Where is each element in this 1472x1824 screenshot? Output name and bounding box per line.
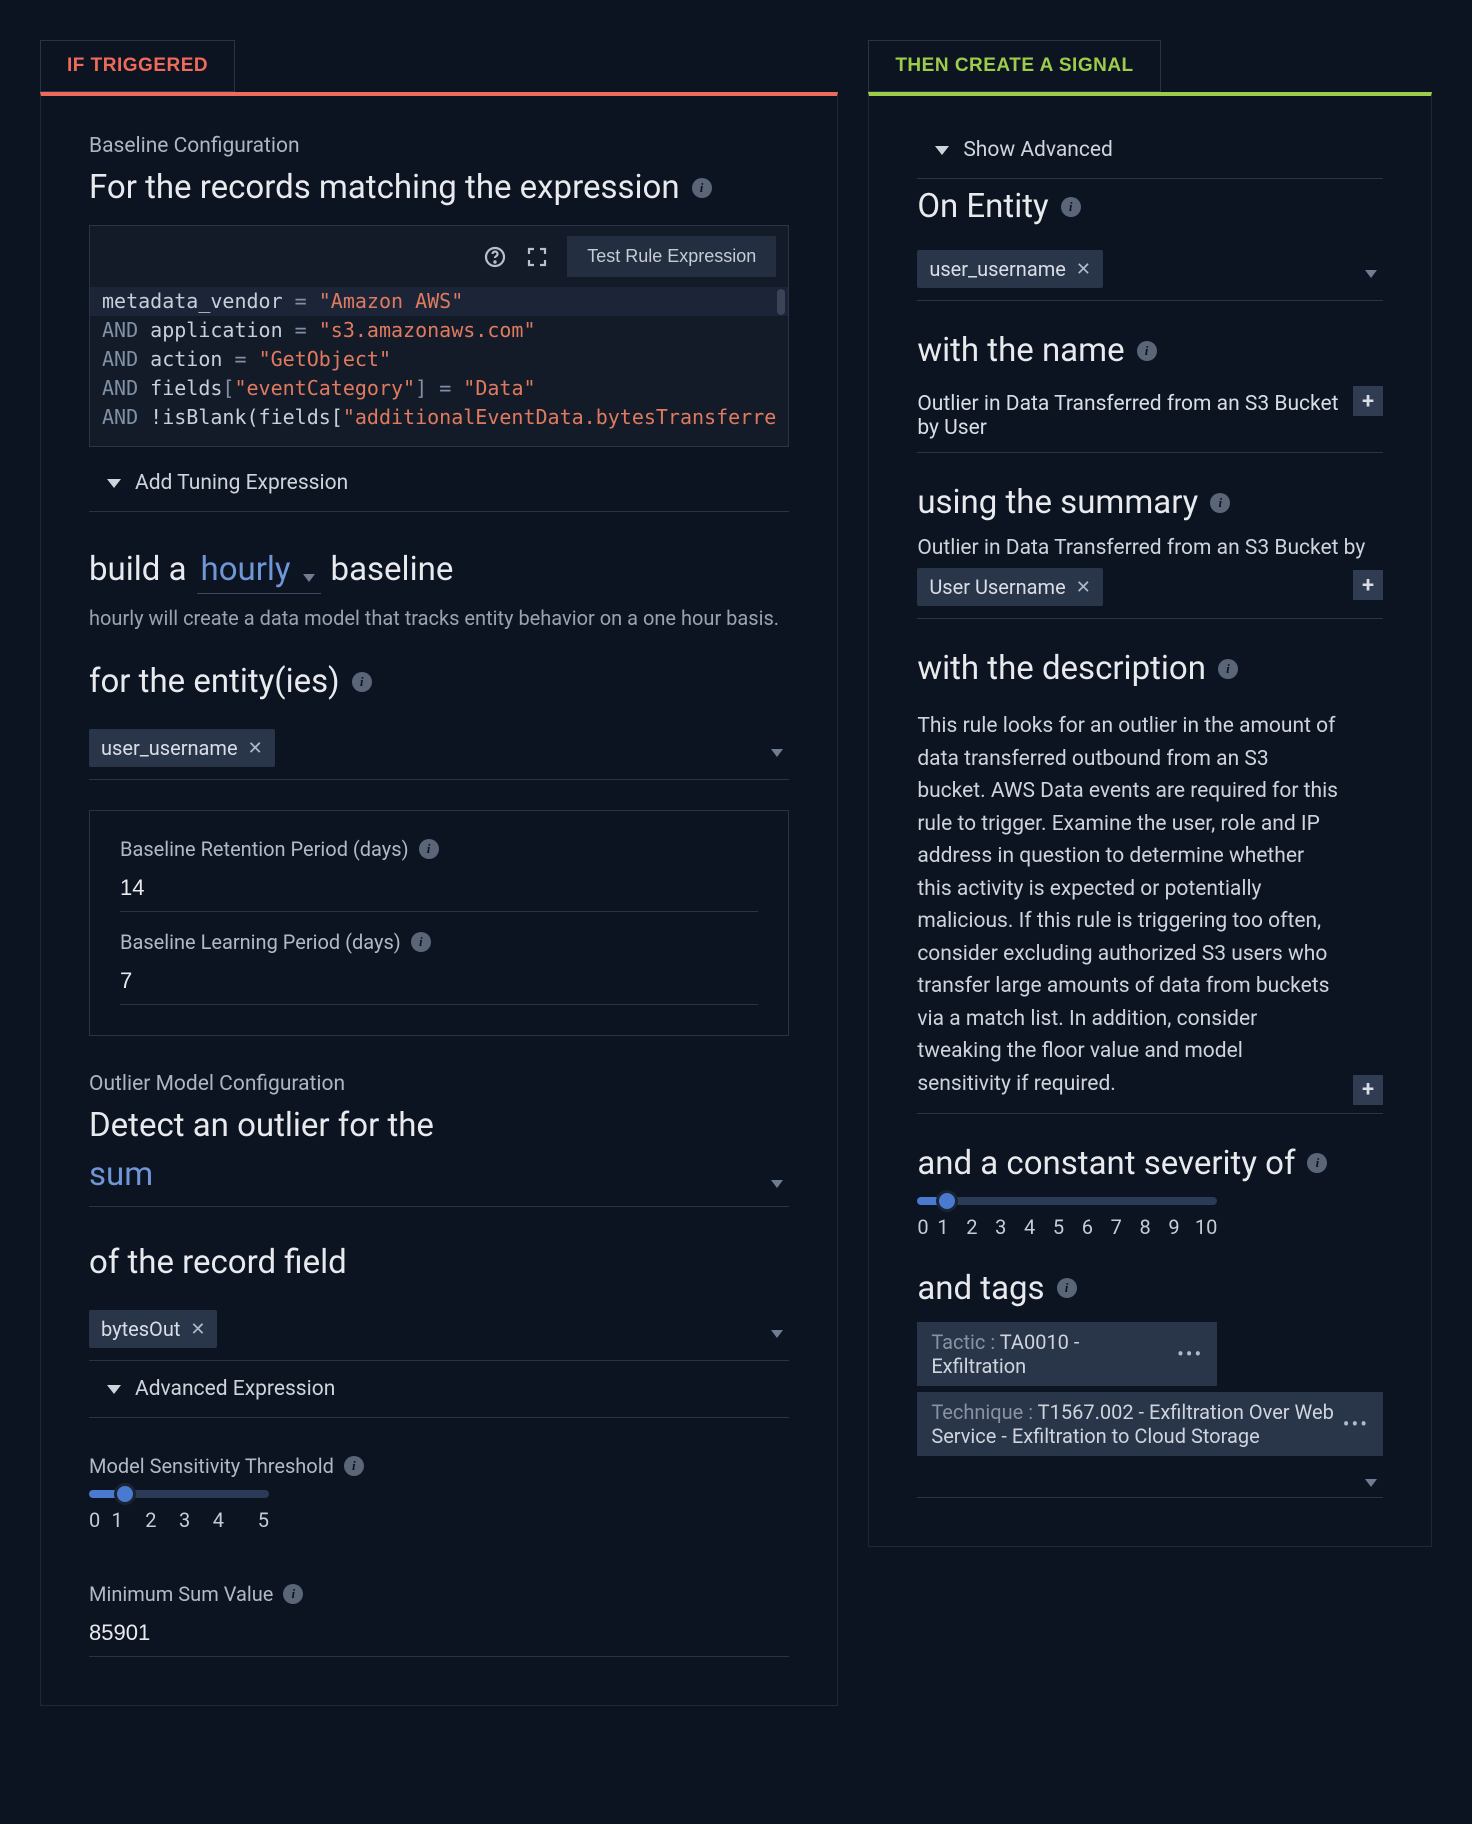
close-icon[interactable]: ✕ <box>248 738 263 759</box>
chevron-down-icon <box>107 479 121 488</box>
heading-on-entity: On Entity i <box>917 187 1383 226</box>
info-icon[interactable]: i <box>692 178 712 198</box>
info-icon[interactable]: i <box>1218 659 1238 679</box>
summary-chip[interactable]: User Username ✕ <box>917 568 1102 606</box>
learning-input[interactable] <box>120 962 758 1005</box>
expression-editor[interactable]: Test Rule Expression metadata_vendor = "… <box>89 225 789 447</box>
on-entity-select[interactable]: user_username ✕ <box>917 240 1383 301</box>
info-icon[interactable]: i <box>1057 1278 1077 1298</box>
interval-hint: hourly will create a data model that tra… <box>89 606 789 630</box>
close-icon[interactable]: ✕ <box>1076 259 1091 280</box>
signal-name-row[interactable]: Outlier in Data Transferred from an S3 B… <box>917 384 1383 453</box>
heading-matching-expression: For the records matching the expression … <box>89 168 789 207</box>
tab-if-triggered[interactable]: IF TRIGGERED <box>40 40 235 92</box>
help-icon[interactable] <box>483 245 507 269</box>
test-rule-button[interactable]: Test Rule Expression <box>567 236 776 277</box>
heading-severity: and a constant severity of i <box>917 1144 1383 1183</box>
min-sum-label: Minimum Sum Value i <box>89 1582 789 1606</box>
entity-select[interactable]: user_username ✕ <box>89 719 789 780</box>
heading-record-field: of the record field <box>89 1243 789 1282</box>
model-sensitivity-slider[interactable] <box>89 1490 269 1498</box>
tag-tactic[interactable]: Tactic : TA0010 - Exfiltration ••• <box>917 1322 1217 1386</box>
summary-prefix: Outlier in Data Transferred from an S3 B… <box>917 536 1383 560</box>
show-advanced-toggle[interactable]: Show Advanced <box>917 122 1383 179</box>
retention-input[interactable] <box>120 869 758 912</box>
add-button[interactable]: + <box>1353 570 1383 600</box>
slider-thumb[interactable] <box>936 1190 958 1212</box>
severity-slider[interactable] <box>917 1197 1217 1205</box>
close-icon[interactable]: ✕ <box>190 1319 205 1340</box>
add-button[interactable]: + <box>1353 386 1383 416</box>
heading-with-name: with the name i <box>917 331 1383 370</box>
add-button[interactable]: + <box>1353 1075 1383 1105</box>
scrollbar-thumb[interactable] <box>777 289 785 315</box>
baseline-text: baseline <box>331 550 454 589</box>
field-chip[interactable]: bytesOut ✕ <box>89 1310 217 1348</box>
entity-chip[interactable]: user_username ✕ <box>917 250 1103 288</box>
info-icon[interactable]: i <box>283 1584 303 1604</box>
heading-using-summary: using the summary i <box>917 483 1383 522</box>
info-icon[interactable]: i <box>1061 197 1081 217</box>
expand-icon[interactable] <box>525 245 549 269</box>
more-icon[interactable]: ••• <box>1343 1412 1369 1436</box>
learning-label: Baseline Learning Period (days) i <box>120 930 758 954</box>
info-icon[interactable]: i <box>1307 1153 1327 1173</box>
chevron-down-icon <box>107 1385 121 1394</box>
interval-select[interactable]: hourly <box>197 550 321 594</box>
heading-with-description: with the description i <box>917 649 1383 688</box>
section-label-baseline: Baseline Configuration <box>89 134 789 158</box>
record-field-select[interactable]: bytesOut ✕ <box>89 1300 789 1361</box>
section-label-outlier: Outlier Model Configuration <box>89 1072 789 1096</box>
retention-label: Baseline Retention Period (days) i <box>120 837 758 861</box>
aggregation-select[interactable]: sum <box>89 1153 789 1207</box>
info-icon[interactable]: i <box>1210 493 1230 513</box>
heading-for-entities: for the entity(ies) i <box>89 662 789 701</box>
heading-detect-outlier: Detect an outlier for the <box>89 1106 789 1145</box>
min-sum-input[interactable] <box>89 1614 789 1657</box>
more-icon[interactable]: ••• <box>1177 1342 1203 1366</box>
info-icon[interactable]: i <box>344 1456 364 1476</box>
tags-add-row[interactable] <box>917 1462 1383 1498</box>
close-icon[interactable]: ✕ <box>1076 577 1091 598</box>
summary-row[interactable]: User Username ✕ + <box>917 568 1383 619</box>
tag-technique[interactable]: Technique : T1567.002 - Exfiltration Ove… <box>917 1392 1383 1456</box>
info-icon[interactable]: i <box>419 839 439 859</box>
expression-code[interactable]: metadata_vendor = "Amazon AWS"AND applic… <box>90 287 788 446</box>
info-icon[interactable]: i <box>352 672 372 692</box>
chevron-down-icon <box>935 146 949 155</box>
heading-tags: and tags i <box>917 1269 1383 1308</box>
entity-chip[interactable]: user_username ✕ <box>89 729 275 767</box>
description-row[interactable]: This rule looks for an outlier in the am… <box>917 702 1383 1114</box>
model-sensitivity-label: Model Sensitivity Threshold i <box>89 1454 789 1478</box>
tab-then-signal[interactable]: THEN CREATE A SIGNAL <box>868 40 1160 92</box>
slider-thumb[interactable] <box>114 1483 136 1505</box>
advanced-expression-toggle[interactable]: Advanced Expression <box>89 1361 789 1418</box>
info-icon[interactable]: i <box>1137 341 1157 361</box>
add-tuning-expression-toggle[interactable]: Add Tuning Expression <box>89 455 789 512</box>
info-icon[interactable]: i <box>411 932 431 952</box>
build-a-text: build a <box>89 550 187 589</box>
